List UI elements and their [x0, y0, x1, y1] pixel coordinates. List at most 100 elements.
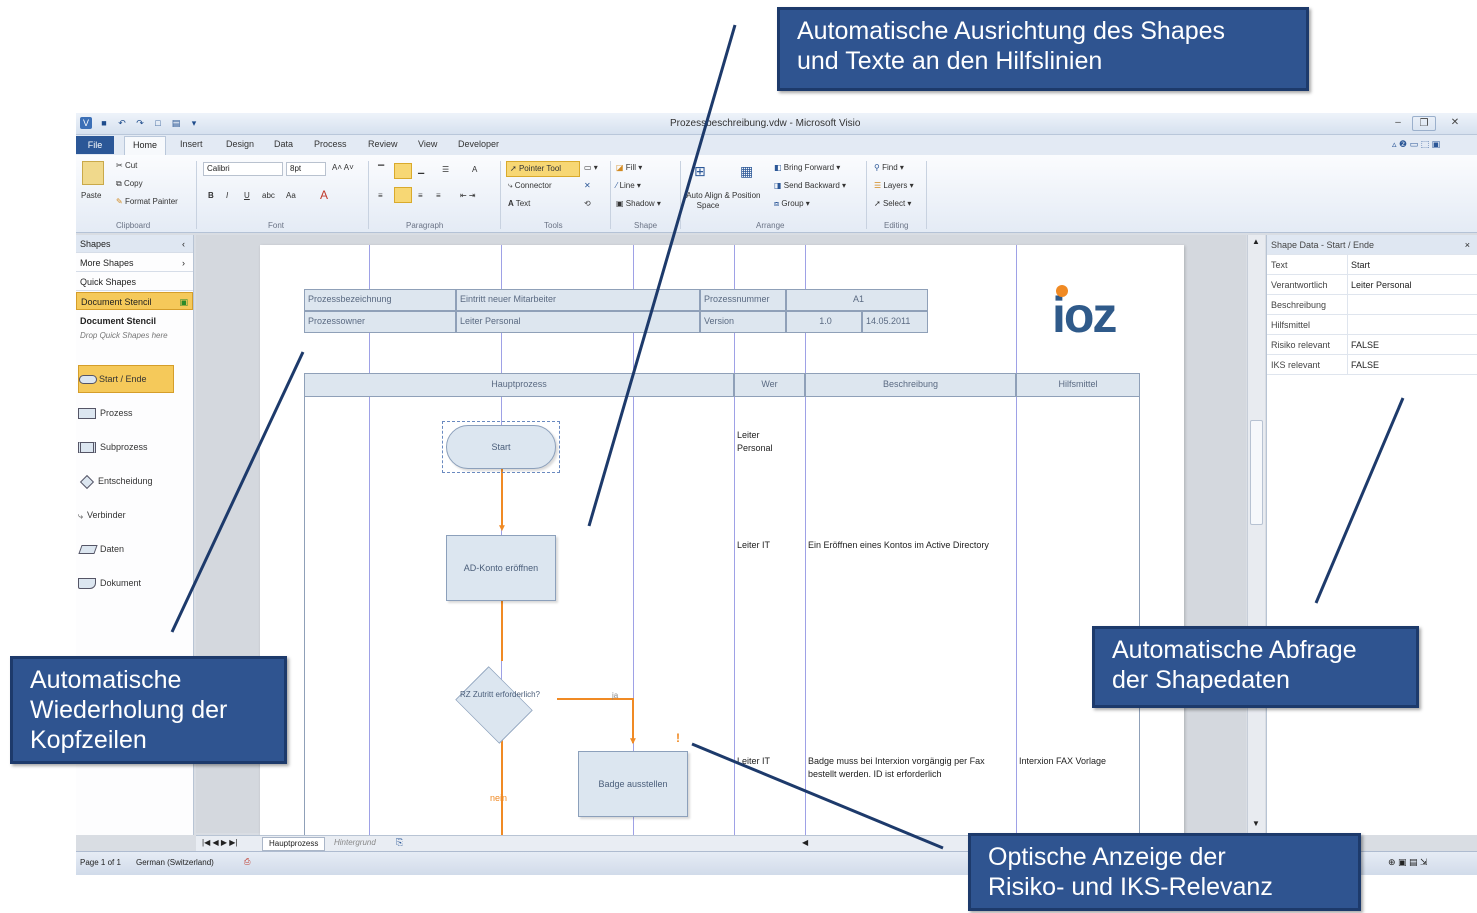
redo-icon[interactable]: ↷: [134, 117, 146, 129]
drawing-canvas[interactable]: Prozessbezeichnung Eintritt neuer Mitarb…: [196, 235, 1246, 845]
shape-data-row[interactable]: Verantwortlich Leiter Personal: [1267, 275, 1477, 295]
tab-data[interactable]: Data: [274, 139, 293, 149]
auto-align-button[interactable]: Auto Align & Space: [684, 191, 732, 211]
indent-icon[interactable]: ⇤ ⇥: [460, 191, 476, 200]
guide-line[interactable]: [1016, 245, 1017, 845]
drawing-page[interactable]: Prozessbezeichnung Eintritt neuer Mitarb…: [260, 245, 1184, 845]
close-button[interactable]: ✕: [1440, 116, 1470, 131]
grow-font-icon[interactable]: A˄ A˅: [332, 163, 354, 172]
restore-button[interactable]: ❐: [1412, 116, 1436, 131]
line-button[interactable]: ⁄ Line ▾: [616, 181, 641, 190]
select-button[interactable]: ➚ Select ▾: [874, 199, 911, 208]
close-icon[interactable]: ×: [1465, 235, 1470, 255]
language-indicator[interactable]: German (Switzerland): [136, 858, 214, 867]
tab-process[interactable]: Process: [314, 139, 347, 149]
collapse-icon[interactable]: ‹: [182, 235, 185, 253]
decision-diamond[interactable]: [455, 666, 533, 744]
badge-process-shape[interactable]: Badge ausstellen: [578, 751, 688, 817]
tab-developer[interactable]: Developer: [458, 139, 499, 149]
scroll-down-icon[interactable]: ▼: [1252, 819, 1260, 828]
guide-line[interactable]: [805, 245, 806, 845]
italic-button[interactable]: I: [226, 191, 228, 200]
tab-review[interactable]: Review: [368, 139, 398, 149]
stencil-entscheidung[interactable]: Entscheidung: [78, 471, 153, 491]
pointer-tool-button[interactable]: ➚ Pointer Tool: [506, 161, 580, 177]
shape-data-row[interactable]: Text Start: [1267, 255, 1477, 275]
save-icon[interactable]: ■: [98, 117, 110, 129]
document-stencil-item[interactable]: Document Stencil ▣: [76, 292, 193, 310]
undo-icon[interactable]: ↶: [116, 117, 128, 129]
bold-button[interactable]: B: [208, 191, 214, 200]
align-bottom-icon[interactable]: ▁: [418, 165, 424, 174]
position-button[interactable]: Position: [732, 191, 760, 200]
guide-line[interactable]: [734, 245, 735, 845]
shape-data-row[interactable]: IKS relevant FALSE: [1267, 355, 1477, 375]
shape-data-row[interactable]: Hilfsmittel: [1267, 315, 1477, 335]
underline-button[interactable]: U: [244, 191, 250, 200]
paste-icon[interactable]: [82, 161, 104, 185]
font-color-icon[interactable]: A: [320, 188, 328, 202]
visio-app-icon[interactable]: V: [80, 117, 92, 129]
connection-point-icon[interactable]: ⟲: [584, 199, 591, 208]
close-tool-icon[interactable]: ✕: [584, 181, 591, 190]
quick-shapes-item[interactable]: Quick Shapes: [76, 273, 193, 291]
insert-page-icon[interactable]: ⎘: [396, 837, 403, 848]
scroll-left-icon[interactable]: ◀: [802, 838, 808, 847]
cut-button[interactable]: ✂ Cut: [116, 161, 137, 170]
help-icon[interactable]: ▵ ❷ ▭ ⬚ ▣: [1392, 139, 1440, 150]
layers-button[interactable]: ☰ Layers ▾: [874, 181, 914, 190]
tab-design[interactable]: Design: [226, 139, 254, 149]
align-right-icon[interactable]: ≡: [418, 191, 423, 200]
font-size-select[interactable]: 8pt: [286, 162, 326, 176]
page-nav-icon[interactable]: |◀ ◀ ▶ ▶|: [202, 838, 237, 847]
fill-button[interactable]: ◪ Fill ▾: [616, 163, 642, 172]
stencil-verbinder[interactable]: ⤷ Verbinder: [78, 505, 126, 525]
more-shapes-item[interactable]: More Shapes ›: [76, 254, 193, 272]
connector-button[interactable]: ⤷ Connector: [508, 181, 552, 191]
stencil-daten[interactable]: Daten: [78, 539, 124, 559]
view-mode-icons[interactable]: ⊕ ▣ ▤ ⇲: [1388, 857, 1428, 868]
ad-konto-process-shape[interactable]: AD-Konto eröffnen: [446, 535, 556, 601]
vertical-scrollbar[interactable]: ▲ ▼: [1247, 235, 1265, 833]
align-center-icon[interactable]: [394, 187, 412, 203]
scroll-thumb[interactable]: [1250, 420, 1263, 525]
find-button[interactable]: ⚲ Find ▾: [874, 163, 904, 172]
send-backward-button[interactable]: ◨ Send Backward ▾: [774, 181, 846, 190]
guide-line[interactable]: [369, 245, 370, 845]
group-button[interactable]: ⧈ Group ▾: [774, 199, 810, 209]
rectangle-tool-icon[interactable]: ▭ ▾: [584, 163, 598, 172]
shape-data-row[interactable]: Risiko relevant FALSE: [1267, 335, 1477, 355]
tab-hauptprozess[interactable]: Hauptprozess: [262, 837, 326, 851]
stencil-prozess[interactable]: Prozess: [78, 403, 133, 423]
stencil-dokument[interactable]: Dokument: [78, 573, 141, 593]
align-left-icon[interactable]: ≡: [378, 191, 383, 200]
case-button[interactable]: Aa: [286, 191, 296, 200]
align-top-icon[interactable]: ▔: [378, 165, 384, 174]
shadow-button[interactable]: ▣ Shadow ▾: [616, 199, 661, 208]
scroll-up-icon[interactable]: ▲: [1252, 237, 1260, 246]
align-middle-icon[interactable]: [394, 163, 412, 179]
stencil-subprozess[interactable]: Subprozess: [78, 437, 148, 457]
new-document-icon[interactable]: □: [152, 117, 164, 129]
clear-format-icon[interactable]: A: [472, 165, 477, 174]
page-indicator[interactable]: Page 1 of 1: [80, 858, 121, 867]
tab-file[interactable]: File: [76, 136, 114, 154]
paste-button[interactable]: Paste: [81, 191, 101, 200]
copy-button[interactable]: ⧉ Copy: [116, 179, 143, 189]
print-icon[interactable]: ▤: [170, 117, 182, 129]
tab-home[interactable]: Home: [124, 136, 166, 155]
bring-forward-button[interactable]: ◧ Bring Forward ▾: [774, 163, 840, 172]
stencil-start-ende[interactable]: Start / Ende: [78, 365, 174, 393]
text-tool-button[interactable]: A Text: [508, 199, 530, 208]
minimize-button[interactable]: –: [1386, 116, 1410, 131]
bullets-icon[interactable]: ☰: [442, 165, 449, 174]
font-family-select[interactable]: Calibri: [203, 162, 283, 176]
justify-icon[interactable]: ≡: [436, 191, 441, 200]
tab-insert[interactable]: Insert: [180, 139, 203, 149]
shape-data-row[interactable]: Beschreibung: [1267, 295, 1477, 315]
tab-view[interactable]: View: [418, 139, 437, 149]
format-painter-button[interactable]: ✎ Format Painter: [116, 197, 178, 206]
macro-record-icon[interactable]: ⎙: [244, 857, 250, 867]
strikethrough-button[interactable]: abc: [262, 191, 275, 200]
tab-hintergrund[interactable]: Hintergrund: [334, 838, 376, 847]
